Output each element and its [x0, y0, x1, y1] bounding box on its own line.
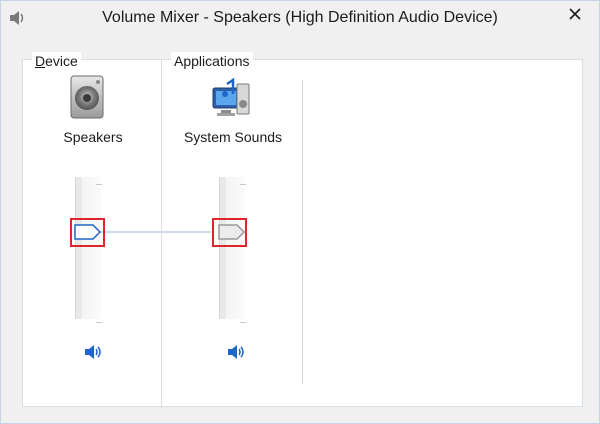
device-name: Speakers [63, 129, 123, 145]
mixer-panel: Device Speakers Applications System Soun… [22, 52, 583, 408]
device-volume-track [75, 177, 101, 319]
device-slider-highlight [70, 218, 105, 247]
speaker-volume-icon [226, 343, 246, 366]
app-volume-track [219, 177, 245, 319]
window-client-area: Device Speakers Applications System Soun… [8, 35, 592, 417]
window-title: Volume Mixer - Speakers (High Definition… [102, 9, 498, 26]
app-mute-button[interactable] [224, 344, 248, 364]
title-bar[interactable]: Volume Mixer - Speakers (High Definition… [1, 1, 599, 35]
close-icon [568, 7, 582, 26]
applications-divider [302, 80, 303, 384]
device-group-label: Device [32, 52, 81, 70]
device-mute-button[interactable] [81, 344, 105, 364]
app-name: System Sounds [183, 129, 283, 145]
speaker-volume-icon [83, 343, 103, 366]
device-label-rest: evice [45, 53, 78, 69]
device-label-mnemonic: D [35, 53, 46, 69]
app-slider-highlight [212, 218, 247, 247]
volume-mixer-window: Volume Mixer - Speakers (High Definition… [0, 0, 600, 424]
close-button[interactable] [553, 1, 597, 31]
volume-link-line [101, 231, 211, 233]
tick-mark [240, 322, 246, 323]
speaker-icon [65, 74, 113, 122]
applications-group-label: Applications [171, 52, 253, 70]
tick-mark [240, 184, 246, 185]
system-sounds-icon [207, 76, 255, 124]
tick-mark [96, 184, 102, 185]
tick-mark [96, 322, 102, 323]
